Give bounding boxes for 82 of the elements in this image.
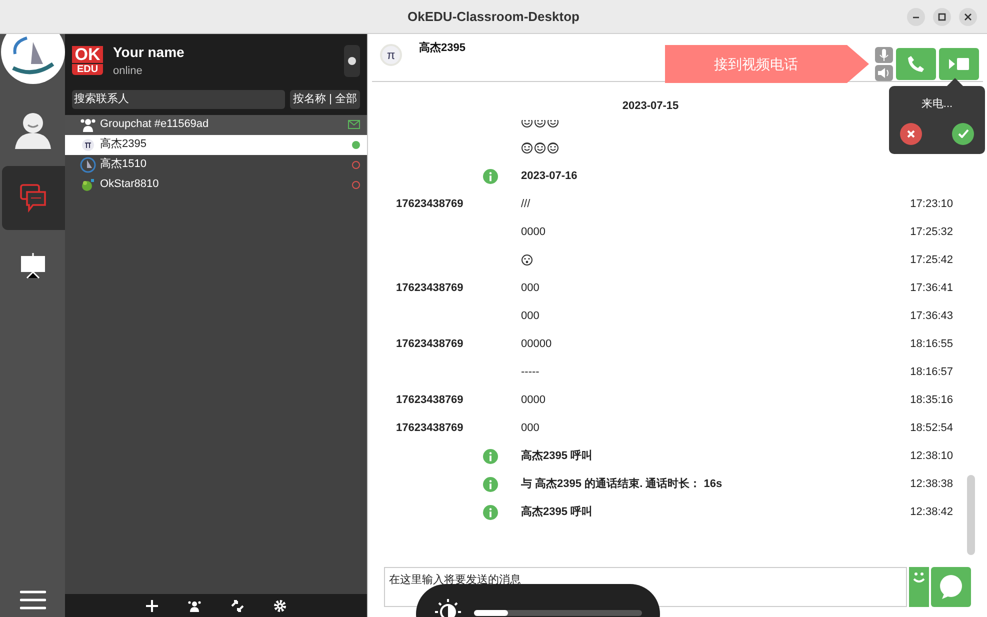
info-icon [483,476,498,492]
user-status: online [113,64,144,79]
avatar-icon [80,156,96,172]
message-time: 17:25:42 [909,252,953,268]
sender-name: 17623438769 [396,282,464,294]
message-time: 18:35:16 [909,392,953,408]
message-text: 000 [521,280,540,296]
decline-button[interactable] [900,122,922,144]
message-text: ----- [521,364,540,380]
filter-button[interactable]: 按名称 | 全部 [290,90,360,108]
contact-item[interactable]: Groupchat #e11569ad [65,114,367,134]
maximize-icon[interactable] [933,8,951,26]
message-time: 18:16:57 [909,364,953,380]
microphone-icon[interactable] [875,47,893,63]
message-time: 17:36:43 [909,308,953,324]
sender-name: 17623438769 [396,394,464,406]
window-title: OkEDU-Classroom-Desktop [408,8,580,26]
sender-name: 17623438769 [396,198,464,210]
message-time: 18:52:54 [909,420,953,436]
message-time: 17:36:41 [909,280,953,296]
message-text: 0000 [521,224,546,240]
add-icon[interactable] [146,600,158,612]
message-text: 000 [521,420,540,436]
frog-icon [80,176,96,192]
group-icon [80,116,96,132]
contact-item[interactable]: 高杰1510 [65,154,367,174]
close-icon [907,130,915,138]
emoji-icon [521,142,533,154]
call-banner: 接到视频电话 [665,45,869,83]
swap-arrows-icon[interactable] [231,600,244,612]
message-text: /// [521,196,532,212]
message-time: 17:23:10 [909,196,953,212]
contact-item[interactable]: OkStar8810 [65,174,367,194]
message-time: 12:38:10 [909,448,953,464]
contact-name: OkStar8810 [100,177,160,192]
notice-text: 与 高杰2395 的通话结束. 通话时长： 16s [521,476,724,492]
scrollbar-thumb[interactable] [967,475,975,555]
message-text: 000 [521,308,540,324]
okedu-logo: OK EDU [72,46,103,76]
notice-text: 高杰2395 呼叫 [521,448,594,464]
search-field[interactable]: 搜索联系人 [72,90,286,108]
settings-icon[interactable] [274,600,286,612]
menu-icon[interactable] [20,589,46,611]
info-icon [483,504,498,520]
send-bubble-icon [938,574,964,600]
contact-name: Groupchat #e11569ad [100,117,210,132]
notice-text: 2023-07-16 [521,168,578,184]
sailboat-logo [0,34,64,84]
avatar-icon [80,138,94,152]
group-icon[interactable] [188,600,201,612]
emoji-icon [547,142,559,154]
video-icon [948,57,970,71]
info-icon [483,168,498,184]
contact-avatar: π [380,44,402,66]
chat-contact-name: 高杰2395 [419,40,466,56]
sender-name: 17623438769 [396,338,464,350]
phone-icon [907,55,925,73]
message-time: 18:16:55 [909,336,953,352]
speaker-icon[interactable] [875,65,893,81]
emoji-icon [534,142,546,154]
whiteboard-icon[interactable] [18,252,46,280]
contact-item[interactable]: 高杰2395 [65,134,367,154]
contact-name: 高杰2395 [100,136,148,152]
popup-title: 来电... [921,97,953,112]
notice-text: 高杰2395 呼叫 [521,504,594,520]
emoji-icon [521,254,533,266]
brightness-slider[interactable] [474,610,642,616]
info-icon [483,448,498,464]
message-text: 00000 [521,336,553,352]
sender-name: 17623438769 [396,422,464,434]
contact-name: 高杰1510 [100,156,148,172]
check-icon [958,129,968,138]
message-time: 12:38:38 [909,476,953,492]
accept-button[interactable] [952,122,974,144]
message-text: 0000 [521,392,546,408]
chat-bubbles-icon[interactable] [18,183,48,213]
message-time: 12:38:42 [909,504,953,520]
message-time: 17:25:32 [909,224,953,240]
status-button[interactable] [344,44,360,77]
close-icon[interactable] [959,8,977,26]
date-heading: 2023-07-15 [622,98,679,114]
user-name: Your name [113,43,186,62]
